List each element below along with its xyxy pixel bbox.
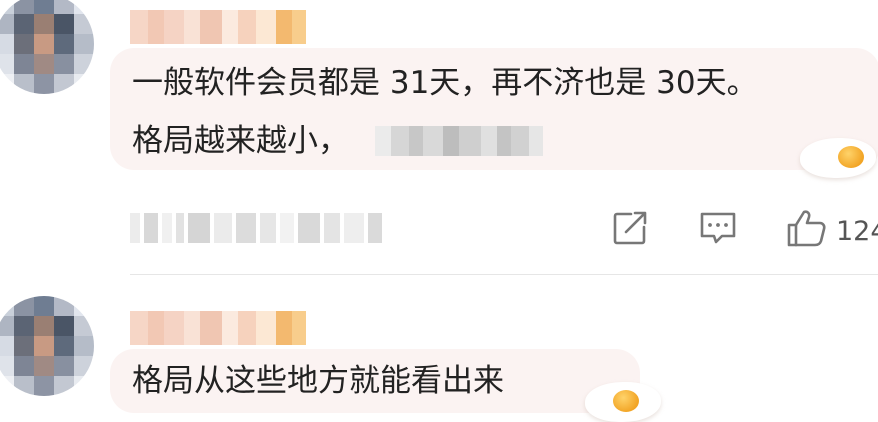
pixel-block bbox=[200, 311, 222, 345]
comment-bubble: 格局从这些地方就能看出来 bbox=[110, 349, 640, 413]
pixel-block bbox=[34, 376, 54, 396]
pixel-block bbox=[0, 356, 14, 376]
pixel-block bbox=[14, 336, 34, 356]
username-pixelated[interactable] bbox=[130, 311, 306, 345]
avatar[interactable] bbox=[0, 296, 94, 396]
pixel-block bbox=[0, 336, 14, 356]
pixel-block bbox=[74, 376, 94, 396]
pixel-block bbox=[14, 356, 34, 376]
pixel-block bbox=[292, 311, 306, 345]
pixel-block bbox=[54, 376, 74, 396]
pixel-block bbox=[164, 311, 184, 345]
pixel-block bbox=[0, 376, 14, 396]
pixel-block bbox=[54, 316, 74, 336]
pixel-block bbox=[74, 336, 94, 356]
pixel-block bbox=[34, 356, 54, 376]
pixel-block bbox=[74, 356, 94, 376]
pixel-block bbox=[14, 376, 34, 396]
pixel-block bbox=[54, 336, 74, 356]
pixel-block bbox=[0, 316, 14, 336]
pixel-block bbox=[238, 311, 256, 345]
pixel-block bbox=[148, 311, 164, 345]
pixel-block bbox=[0, 296, 14, 316]
pixel-block bbox=[34, 336, 54, 356]
fried-egg-sticker bbox=[585, 382, 661, 422]
pixel-block bbox=[34, 296, 54, 316]
pixel-block bbox=[54, 296, 74, 316]
pixel-block bbox=[14, 296, 34, 316]
pixel-block bbox=[184, 311, 200, 345]
egg-yolk bbox=[613, 390, 639, 412]
pixel-block bbox=[14, 316, 34, 336]
comment-item: 格局从这些地方就能看出来 bbox=[0, 0, 878, 422]
pixel-block bbox=[276, 311, 292, 345]
pixel-block bbox=[222, 311, 238, 345]
pixel-block bbox=[256, 311, 276, 345]
pixel-block bbox=[74, 296, 94, 316]
comment-text-line: 格局从这些地方就能看出来 bbox=[132, 363, 504, 399]
pixel-block bbox=[74, 316, 94, 336]
pixel-block bbox=[130, 311, 148, 345]
pixel-block bbox=[54, 356, 74, 376]
pixel-block bbox=[34, 316, 54, 336]
